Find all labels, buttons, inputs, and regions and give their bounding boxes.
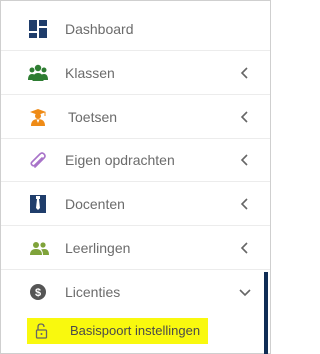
sidebar-item-label: Toetsen: [68, 109, 118, 125]
chevron-left-icon[interactable]: [240, 66, 250, 80]
scrollbar[interactable]: [264, 272, 268, 354]
chevron-left-icon[interactable]: [240, 153, 250, 167]
sidebar-item-eigen-opdrachten[interactable]: Eigen opdrachten: [1, 139, 270, 182]
dashboard-icon: [29, 20, 47, 38]
chevron-left-icon[interactable]: [240, 197, 250, 211]
sidebar-item-label: Leerlingen: [65, 240, 131, 256]
dollar-circle-icon: $: [30, 284, 46, 300]
chevron-left-icon[interactable]: [240, 110, 250, 124]
sidebar-item-licenties[interactable]: $ Licenties: [1, 271, 270, 314]
chevron-left-icon[interactable]: [240, 241, 250, 255]
users-group-icon: [28, 64, 48, 81]
sidebar-menu: Dashboard Klassen Toetsen Eigen opdracht…: [0, 0, 271, 354]
teacher-icon: [30, 109, 46, 126]
sidebar-item-leerlingen[interactable]: Leerlingen: [1, 227, 270, 270]
docent-icon: [30, 195, 46, 213]
users-icon: [30, 242, 49, 255]
sidebar-item-docenten[interactable]: Docenten: [1, 183, 270, 226]
paperclip-icon: [30, 152, 46, 168]
submenu-item-basispoort-instellingen[interactable]: Basispoort instellingen: [27, 318, 208, 344]
svg-text:$: $: [35, 287, 41, 299]
sidebar-item-label: Docenten: [65, 196, 125, 212]
sidebar-item-toetsen[interactable]: Toetsen: [1, 96, 270, 139]
sidebar-item-label: Dashboard: [65, 21, 134, 37]
sidebar-item-klassen[interactable]: Klassen: [1, 52, 270, 95]
sidebar-item-label: Licenties: [65, 284, 121, 300]
chevron-down-icon[interactable]: [238, 288, 252, 298]
sidebar-item-label: Klassen: [65, 65, 115, 81]
sidebar-item-label: Eigen opdrachten: [65, 152, 175, 168]
unlock-icon: [35, 323, 48, 339]
sidebar-item-dashboard[interactable]: Dashboard: [1, 8, 270, 51]
submenu-item-label: Basispoort instellingen: [70, 323, 201, 338]
